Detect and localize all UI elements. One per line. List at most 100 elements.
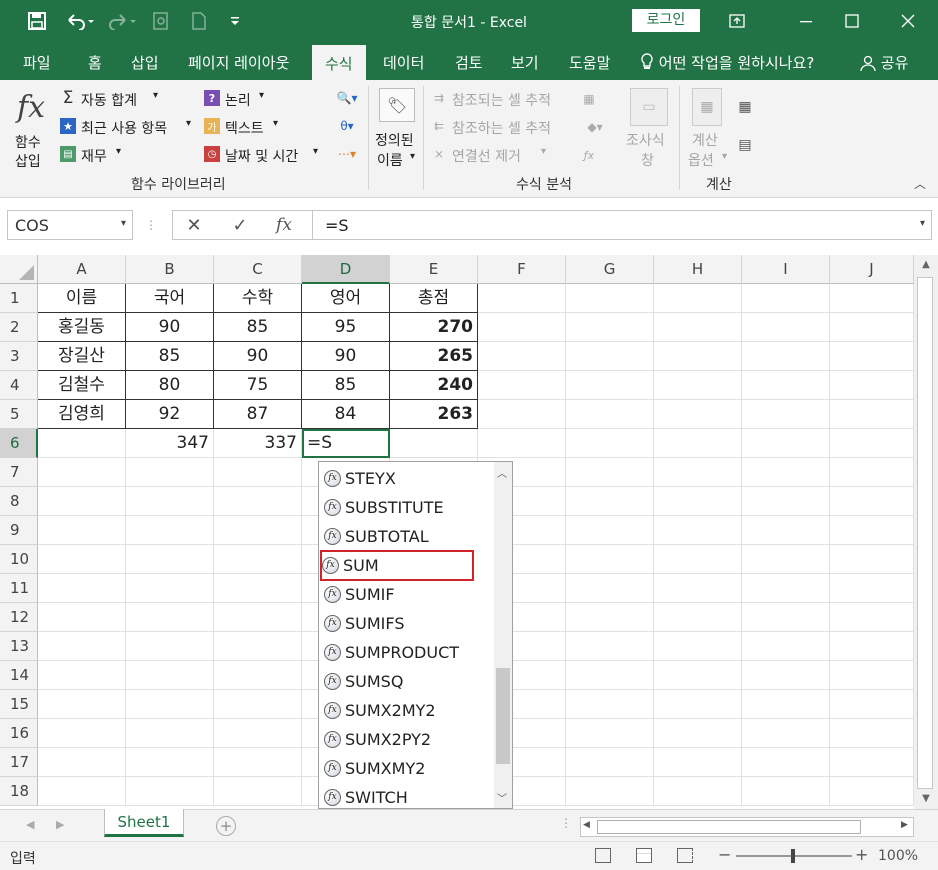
cell[interactable]: 김영희 [38, 400, 126, 429]
calculator-icon[interactable]: ▦ [692, 88, 722, 126]
cell[interactable]: 홍길동 [38, 313, 126, 342]
cell[interactable] [214, 719, 302, 748]
cell[interactable] [654, 661, 742, 690]
datetime-button[interactable]: 날짜 및 시간 [225, 146, 298, 166]
cell[interactable] [126, 661, 214, 690]
column-header[interactable]: H [654, 255, 742, 284]
cell[interactable]: 총점 [390, 284, 478, 313]
cell[interactable] [742, 574, 830, 603]
chevron-down-icon[interactable]: ▾ [121, 218, 126, 229]
cell[interactable] [38, 748, 126, 777]
cell[interactable] [830, 748, 914, 777]
cell[interactable] [654, 574, 742, 603]
chevron-down-icon[interactable]: ▾ [313, 146, 318, 157]
cell[interactable] [566, 690, 654, 719]
cell[interactable] [566, 632, 654, 661]
cell[interactable] [390, 429, 478, 458]
cell[interactable] [830, 574, 914, 603]
insert-function-label-1[interactable]: 함수 [15, 132, 41, 152]
name-box[interactable]: COS ▾ [7, 210, 133, 240]
tell-me-box[interactable]: 어떤 작업을 원하시나요? [640, 52, 814, 73]
cell[interactable]: 265 [390, 342, 478, 371]
cell[interactable]: 337 [214, 429, 302, 458]
cell[interactable] [214, 545, 302, 574]
horizontal-scrollbar[interactable]: ◀ ▶ [580, 817, 914, 837]
cell[interactable] [214, 487, 302, 516]
row-header[interactable]: 7 [0, 458, 38, 487]
cell[interactable] [654, 777, 742, 806]
cell[interactable] [566, 458, 654, 487]
cell[interactable]: 90 [302, 342, 390, 371]
cell[interactable] [654, 690, 742, 719]
chevron-down-icon[interactable]: ﹀ [497, 790, 507, 805]
cell[interactable] [214, 574, 302, 603]
cell[interactable] [38, 632, 126, 661]
next-sheet-icon[interactable]: ▶ [56, 818, 64, 831]
watch-window-label-1[interactable]: 조사식 [626, 130, 665, 150]
cell[interactable] [566, 661, 654, 690]
calc-options-label-1[interactable]: 계산 [692, 130, 718, 150]
cell[interactable] [654, 719, 742, 748]
cell[interactable] [214, 458, 302, 487]
tab-home[interactable]: 홈 [88, 52, 102, 73]
scroll-left-icon[interactable]: ◀ [583, 820, 590, 830]
autocomplete-item[interactable]: fx SUBTOTAL [323, 522, 493, 551]
column-header[interactable]: B [126, 255, 214, 284]
recent-button[interactable]: 최근 사용 항목 [81, 118, 167, 138]
cell[interactable] [566, 284, 654, 313]
zoom-in-icon[interactable]: + [855, 845, 868, 864]
cell[interactable] [214, 516, 302, 545]
cell[interactable] [566, 516, 654, 545]
cell[interactable] [566, 342, 654, 371]
autocomplete-scroll-thumb[interactable] [496, 668, 510, 764]
cell[interactable] [38, 545, 126, 574]
cell[interactable]: 국어 [126, 284, 214, 313]
column-header[interactable]: G [566, 255, 654, 284]
cell[interactable]: 90 [126, 313, 214, 342]
show-formulas-icon[interactable]: ▦ [578, 90, 600, 108]
calculate-now-icon[interactable]: ▦ [736, 98, 754, 116]
chevron-down-icon[interactable]: ▾ [722, 151, 727, 162]
row-header[interactable]: 15 [0, 690, 38, 719]
cell[interactable] [126, 603, 214, 632]
cell[interactable] [126, 690, 214, 719]
autocomplete-item[interactable]: fx SUMPRODUCT [323, 638, 493, 667]
cell[interactable] [742, 400, 830, 429]
horizontal-scroll-thumb[interactable] [597, 820, 861, 834]
cell[interactable] [654, 748, 742, 777]
cell[interactable]: 263 [390, 400, 478, 429]
error-checking-icon[interactable]: ◆▾ [578, 118, 612, 136]
cell[interactable] [830, 371, 914, 400]
cell[interactable] [830, 545, 914, 574]
cell[interactable] [38, 574, 126, 603]
column-header[interactable]: J [830, 255, 914, 284]
login-button[interactable]: 로그인 [632, 9, 700, 32]
add-sheet-icon[interactable]: + [216, 816, 236, 836]
column-header[interactable]: C [214, 255, 302, 284]
tab-insert[interactable]: 삽입 [131, 52, 159, 73]
cell[interactable] [478, 342, 566, 371]
more-functions-icon[interactable]: ⋯▾ [332, 146, 362, 162]
column-header[interactable]: F [478, 255, 566, 284]
cell[interactable] [830, 313, 914, 342]
logical-button[interactable]: 논리 [225, 90, 251, 110]
cell[interactable] [566, 574, 654, 603]
text-button[interactable]: 텍스트 [225, 118, 264, 138]
cell[interactable]: 장길산 [38, 342, 126, 371]
cell[interactable]: 김철수 [38, 371, 126, 400]
autocomplete-item[interactable]: fx SUM [320, 550, 474, 581]
row-header[interactable]: 4 [0, 371, 38, 400]
autocomplete-item[interactable]: fx SUMXMY2 [323, 754, 493, 783]
row-header[interactable]: 3 [0, 342, 38, 371]
insert-function-icon[interactable]: fx [10, 88, 52, 126]
formula-input[interactable]: =S ▾ [312, 210, 932, 240]
cell[interactable] [830, 458, 914, 487]
cell[interactable] [126, 487, 214, 516]
cell[interactable] [214, 690, 302, 719]
row-header[interactable]: 9 [0, 516, 38, 545]
column-header[interactable]: D [302, 255, 390, 284]
defined-names-label-1[interactable]: 정의된 [375, 130, 414, 150]
row-header[interactable]: 10 [0, 545, 38, 574]
collapse-ribbon-icon[interactable]: ︿ [912, 176, 928, 191]
vertical-scroll-thumb[interactable] [917, 277, 933, 789]
